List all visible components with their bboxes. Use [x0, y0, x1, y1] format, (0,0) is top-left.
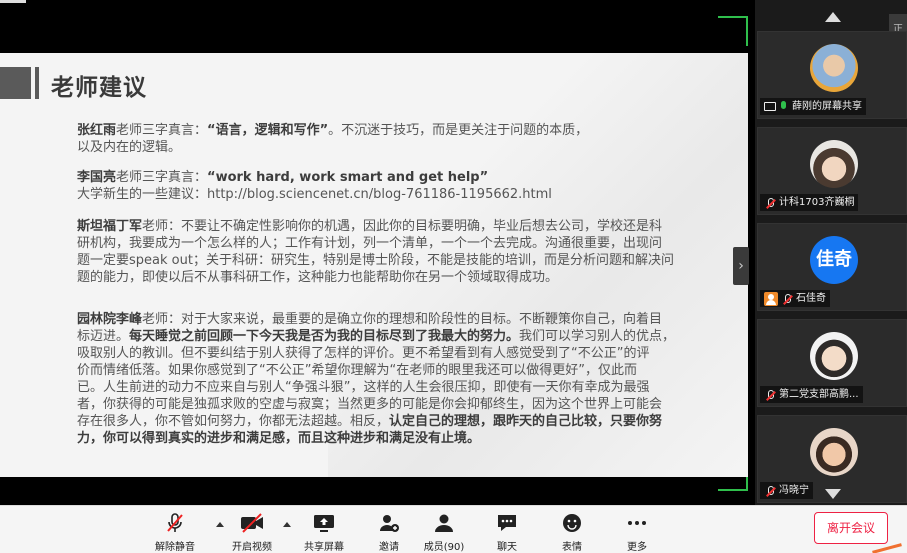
video-options-caret[interactable]	[283, 522, 291, 527]
avatar	[810, 428, 858, 476]
advice-paragraph-1: 张红雨老师三字真言：“语言，逻辑和写作”。不沉迷于技巧，而是更关注于问题的本质，…	[77, 123, 589, 155]
microphone-muted-icon	[764, 197, 776, 209]
slide-title: 老师建议	[51, 75, 147, 101]
reactions-button[interactable]: 表情	[542, 512, 602, 553]
chat-button[interactable]: 聊天	[477, 512, 537, 553]
share-screen-icon	[314, 515, 334, 532]
shared-screen-area: 老师建议 张红雨老师三字真言：“语言，逻辑和写作”。不沉迷于技巧，而是更关注于问…	[0, 0, 755, 505]
teacher-name: 园林院李峰	[77, 312, 143, 327]
participant-label: 计科1703齐巍桐	[760, 194, 859, 211]
user-icon	[764, 291, 778, 306]
avatar-initials: 佳奇	[810, 236, 858, 284]
avatar	[810, 332, 858, 380]
advice-paragraph-2: 李国亮老师三字真言：“work hard, work smart and get…	[77, 170, 552, 202]
title-decoration	[0, 67, 31, 99]
members-button[interactable]: 成员(90)	[414, 512, 474, 553]
microphone-icon	[779, 100, 789, 113]
participant-tile[interactable]: 佳奇 石佳奇	[757, 223, 907, 311]
avatar	[810, 140, 858, 188]
microphone-muted-icon	[781, 293, 793, 305]
meeting-window: 老师建议 张红雨老师三字真言：“语言，逻辑和写作”。不沉迷于技巧，而是更关注于问…	[0, 0, 907, 553]
teacher-name: 张红雨	[77, 123, 117, 138]
participant-tile[interactable]: 第二党支部高鹏...	[757, 319, 907, 407]
participant-label: 第二党支部高鹏...	[760, 386, 863, 403]
screen-share-icon	[764, 102, 776, 111]
chat-icon	[498, 515, 516, 531]
microphone-muted-icon	[167, 513, 183, 532]
scroll-down-button[interactable]	[825, 489, 841, 499]
meeting-toolbar: 解除静音 开启视频 共享屏幕 邀请 成员(90) 聊天 表情 更多	[0, 505, 907, 553]
unmute-button[interactable]: 解除静音	[145, 512, 205, 553]
share-frame-corner	[718, 16, 748, 18]
participant-tile[interactable]: 计科1703齐巍桐	[757, 127, 907, 215]
share-frame-corner	[746, 16, 748, 46]
participant-label: 薛刚的屏幕共享	[760, 98, 866, 115]
advice-paragraph-3: 斯坦福丁军老师：不要让不确定性影响你的机遇，因此你的目标要明确，毕业后想去公司，…	[77, 219, 674, 285]
presentation-slide: 老师建议 张红雨老师三字真言：“语言，逻辑和写作”。不沉迷于技巧，而是更关注于问…	[0, 53, 748, 477]
invite-button[interactable]: 邀请	[359, 512, 419, 553]
add-user-icon	[380, 515, 399, 532]
advice-paragraph-4: 园林院李峰老师：对于大家来说，最重要的是确立你的理想和阶段性的目标。不断鞭策你自…	[77, 312, 676, 446]
teacher-name: 斯坦福丁军	[77, 219, 143, 234]
teacher-name: 李国亮	[77, 170, 117, 185]
collapse-panel-button[interactable]: ›	[733, 247, 749, 285]
more-button[interactable]: 更多	[607, 512, 667, 553]
avatar	[810, 44, 858, 92]
smiley-icon	[563, 514, 581, 532]
more-dots-icon	[628, 521, 646, 525]
leave-meeting-button[interactable]: 离开会议	[814, 512, 888, 544]
participant-tile[interactable]: 薛刚的屏幕共享	[757, 31, 907, 119]
share-screen-button[interactable]: 共享屏幕	[294, 512, 354, 553]
share-frame-corner	[718, 489, 748, 491]
members-icon	[435, 514, 453, 532]
screen-edge-strip	[0, 0, 26, 3]
camera-off-icon	[241, 513, 263, 533]
title-decoration	[35, 67, 39, 99]
microphone-muted-icon	[764, 485, 776, 497]
participant-label: 冯晓宁	[760, 482, 813, 499]
microphone-muted-icon	[764, 389, 776, 401]
participant-label: 石佳奇	[760, 290, 830, 307]
scroll-up-button[interactable]	[825, 12, 841, 22]
start-video-button[interactable]: 开启视频	[222, 512, 282, 553]
